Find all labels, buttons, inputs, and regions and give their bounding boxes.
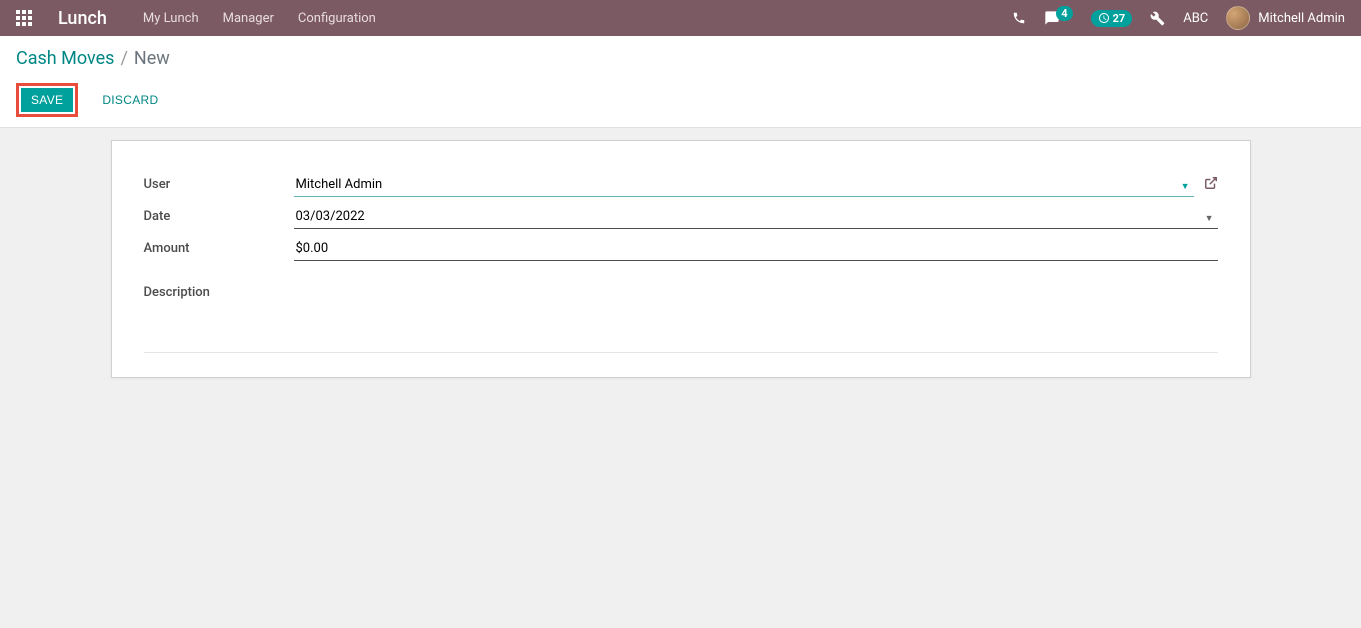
control-panel: Cash Moves / New SAVE DISCARD xyxy=(0,36,1361,128)
breadcrumb: Cash Moves / New xyxy=(16,48,1345,69)
app-brand[interactable]: Lunch xyxy=(58,8,107,29)
messages-badge: 4 xyxy=(1056,6,1072,21)
breadcrumb-separator: / xyxy=(120,48,127,69)
date-label: Date xyxy=(144,205,294,224)
activities-badge: 27 xyxy=(1113,12,1126,25)
save-highlight: SAVE xyxy=(16,83,78,117)
nav-menu: My Lunch Manager Configuration xyxy=(143,11,376,26)
date-row: Date ▼ xyxy=(144,205,1218,229)
messages-icon[interactable]: 4 xyxy=(1044,10,1072,26)
breadcrumb-parent[interactable]: Cash Moves xyxy=(16,48,114,69)
user-field[interactable] xyxy=(294,173,1194,197)
nav-configuration[interactable]: Configuration xyxy=(298,11,376,26)
tools-icon[interactable] xyxy=(1150,11,1165,26)
form-divider xyxy=(144,352,1218,353)
amount-field[interactable] xyxy=(294,237,1218,261)
activities-icon[interactable]: 27 xyxy=(1091,10,1133,27)
discard-button[interactable]: DISCARD xyxy=(90,88,170,112)
external-link-icon[interactable] xyxy=(1204,176,1218,194)
amount-label: Amount xyxy=(144,237,294,256)
description-row: Description xyxy=(144,281,1218,304)
company-selector[interactable]: ABC xyxy=(1183,11,1208,26)
main-navbar: Lunch My Lunch Manager Configuration 4 2… xyxy=(0,0,1361,36)
apps-icon[interactable] xyxy=(16,10,32,26)
user-label: User xyxy=(144,173,294,192)
user-row: User ▼ xyxy=(144,173,1218,197)
save-button[interactable]: SAVE xyxy=(21,88,73,112)
amount-row: Amount xyxy=(144,237,1218,261)
nav-manager[interactable]: Manager xyxy=(223,11,274,26)
nav-my-lunch[interactable]: My Lunch xyxy=(143,11,199,26)
form-background: User ▼ Date ▼ Amount xyxy=(0,128,1361,628)
username: Mitchell Admin xyxy=(1258,11,1345,26)
action-buttons: SAVE DISCARD xyxy=(16,83,1345,117)
navbar-right: 4 27 ABC Mitchell Admin xyxy=(1012,6,1345,30)
phone-icon[interactable] xyxy=(1012,11,1026,25)
date-field[interactable] xyxy=(294,205,1218,229)
user-menu[interactable]: Mitchell Admin xyxy=(1226,6,1345,30)
form-sheet: User ▼ Date ▼ Amount xyxy=(111,140,1251,378)
avatar xyxy=(1226,6,1250,30)
breadcrumb-current: New xyxy=(134,48,170,69)
navbar-left: Lunch My Lunch Manager Configuration xyxy=(16,8,376,29)
description-field[interactable] xyxy=(294,281,1218,304)
description-label: Description xyxy=(144,281,294,300)
